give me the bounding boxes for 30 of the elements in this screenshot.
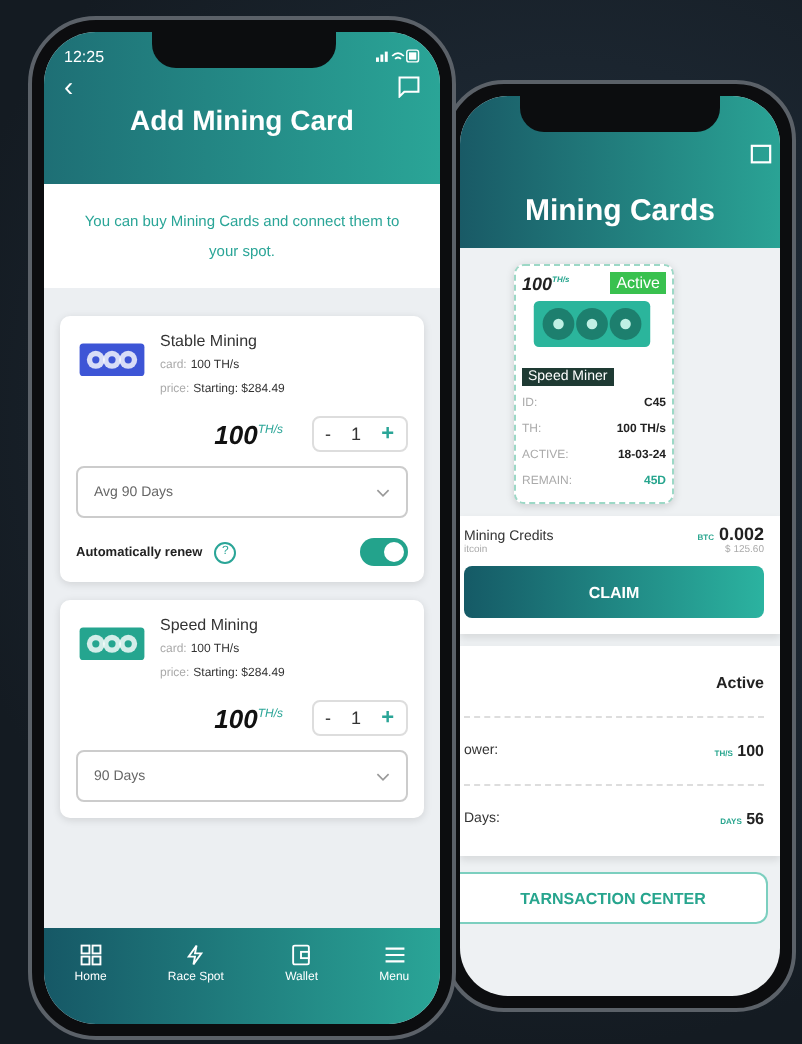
plus-button[interactable]: + bbox=[381, 422, 394, 446]
claim-button[interactable]: CLAIM bbox=[464, 566, 764, 618]
minus-button[interactable]: - bbox=[325, 708, 332, 728]
menu-icon bbox=[383, 944, 406, 966]
quantity-stepper[interactable]: - 1 + bbox=[311, 700, 408, 736]
quantity-value: 1 bbox=[351, 708, 362, 728]
quantity-value: 1 bbox=[351, 424, 362, 444]
screen-title: Mining Cards bbox=[524, 194, 715, 228]
back-button[interactable]: ‹ bbox=[64, 72, 74, 100]
product-name: Stable Mining bbox=[160, 332, 259, 350]
lightning-icon bbox=[184, 944, 207, 966]
chevron-down-icon bbox=[376, 487, 390, 497]
auto-renew-toggle[interactable] bbox=[360, 538, 408, 566]
plus-button[interactable]: + bbox=[381, 706, 394, 730]
status-time: 12:25 bbox=[64, 47, 105, 65]
detail-value: Active bbox=[715, 674, 764, 692]
wallet-icon bbox=[290, 944, 313, 966]
transaction-center-button[interactable]: TARNSACTION CENTER bbox=[460, 872, 768, 924]
quantity-stepper[interactable]: - 1 + bbox=[311, 416, 408, 452]
screen-title: Add Mining Card bbox=[128, 104, 356, 136]
chat-icon[interactable] bbox=[750, 144, 772, 166]
chat-icon[interactable] bbox=[398, 75, 420, 97]
hashrate-label: 100$^{TH/s}$ bbox=[214, 419, 284, 449]
status-icons bbox=[376, 48, 420, 64]
chevron-down-icon bbox=[376, 771, 390, 781]
status-badge: Active bbox=[610, 272, 666, 294]
minus-button[interactable]: - bbox=[325, 424, 332, 444]
grid-icon bbox=[79, 944, 102, 966]
product-name: Speed Mining bbox=[160, 616, 260, 634]
hashrate-label: 100$^{TH/s}$ bbox=[214, 703, 284, 733]
